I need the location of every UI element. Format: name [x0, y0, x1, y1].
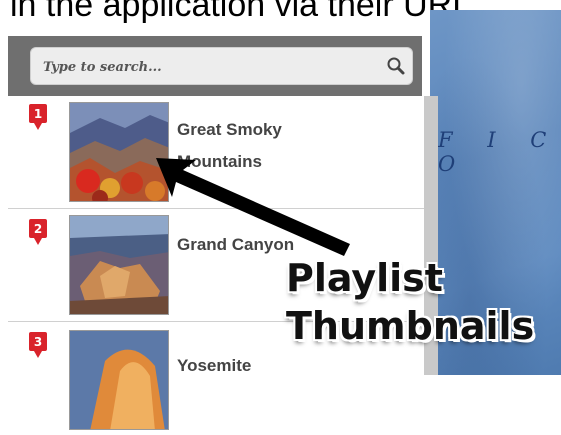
annotation-label: Playlist Thumbnails: [286, 254, 534, 350]
annotation-line: Playlist: [286, 256, 443, 300]
annotation-line: Thumbnails: [286, 304, 535, 348]
